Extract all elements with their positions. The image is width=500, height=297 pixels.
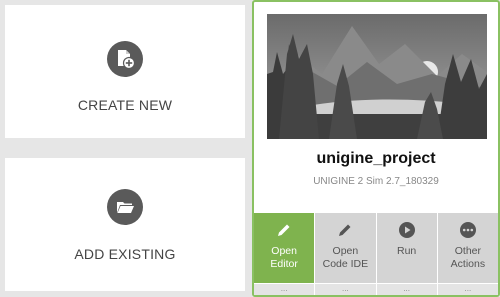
other-actions-label: Other Actions	[450, 245, 486, 270]
create-new-label: CREATE NEW	[77, 97, 173, 113]
project-version: UNIGINE 2 Sim 2.7_180329	[313, 176, 439, 187]
run-button[interactable]: Run ...	[376, 213, 438, 295]
run-more[interactable]: ...	[376, 283, 437, 295]
open-code-ide-more[interactable]: ...	[315, 283, 376, 295]
other-actions-button[interactable]: Other Actions ...	[437, 213, 498, 295]
project-actions: Open Editor ... Open Code IDE ... Run ..…	[254, 213, 498, 295]
other-actions-more[interactable]: ...	[437, 283, 498, 295]
pencil-icon	[336, 221, 354, 239]
play-icon	[398, 221, 416, 239]
project-thumbnail	[267, 14, 487, 139]
folder-open-icon	[107, 189, 143, 225]
open-editor-button[interactable]: Open Editor ...	[254, 213, 316, 295]
pencil-icon	[275, 221, 293, 239]
create-new-card[interactable]: CREATE NEW	[5, 5, 245, 138]
more-dots-icon	[459, 221, 477, 239]
open-code-ide-button[interactable]: Open Code IDE ...	[315, 213, 377, 295]
run-label: Run	[396, 245, 417, 257]
add-existing-label: ADD EXISTING	[74, 246, 176, 262]
open-editor-label: Open Editor	[270, 245, 298, 270]
project-name: unigine_project	[316, 150, 436, 167]
project-card[interactable]: unigine_project UNIGINE 2 Sim 2.7_180329…	[252, 0, 500, 297]
open-code-ide-label: Open Code IDE	[322, 245, 369, 270]
add-existing-card[interactable]: ADD EXISTING	[5, 158, 245, 291]
open-editor-more[interactable]: ...	[254, 283, 315, 295]
new-file-icon	[107, 41, 143, 77]
